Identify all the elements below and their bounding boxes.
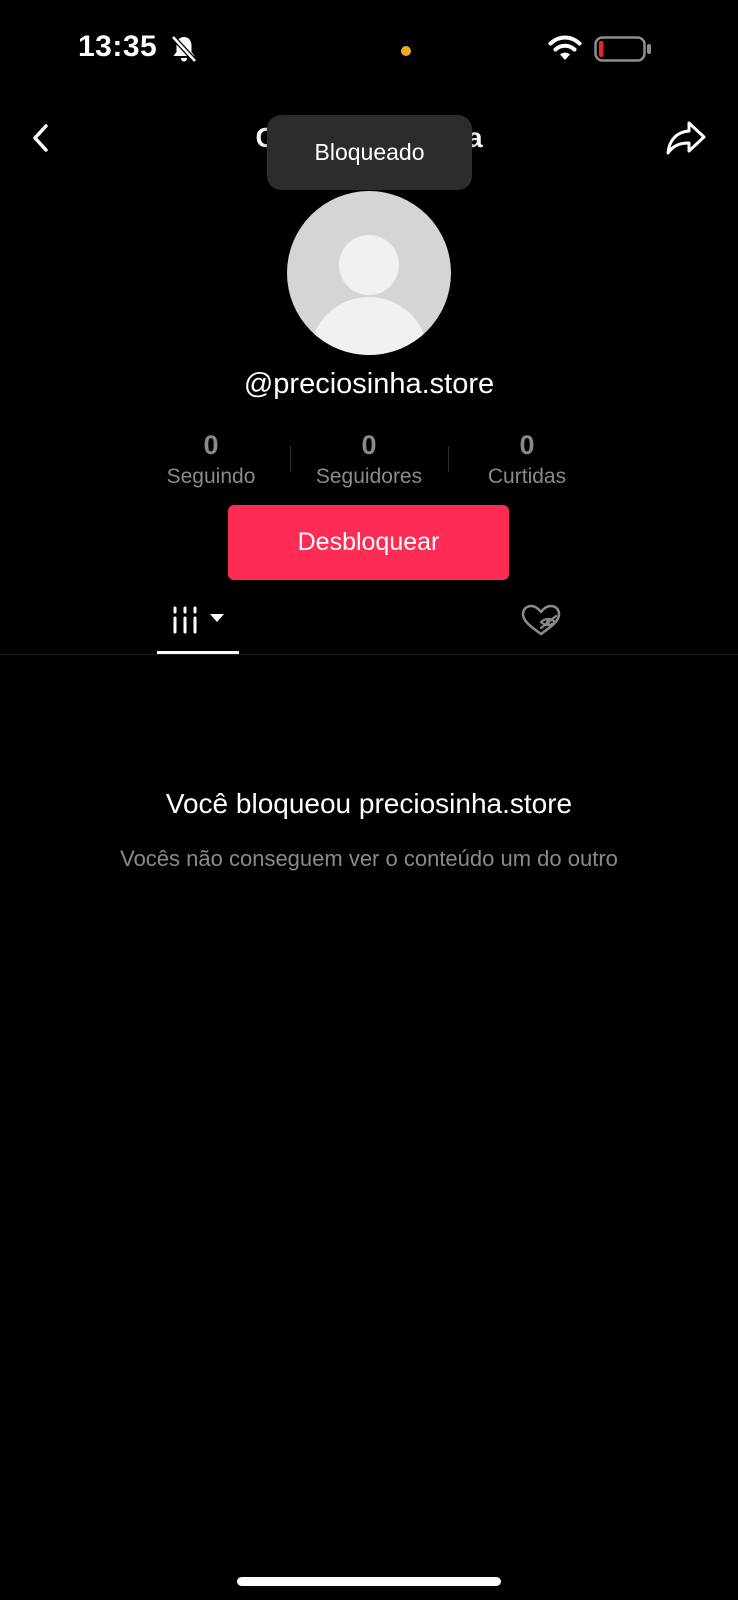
status-time: 13:35 bbox=[78, 30, 158, 63]
battery-low-icon bbox=[594, 36, 652, 62]
stat-label: Seguindo bbox=[166, 465, 256, 488]
tab-liked[interactable] bbox=[500, 596, 582, 654]
stat-label: Curtidas bbox=[487, 465, 567, 488]
stat-value: 0 bbox=[203, 430, 219, 460]
stat-label: Seguidores bbox=[315, 465, 423, 488]
blocked-message-subtitle: Vocês não conseguem ver o conteúdo um do… bbox=[120, 846, 618, 871]
blocked-toast: Bloqueado bbox=[267, 115, 472, 190]
blocked-message-title: Você bloqueou preciosinha.store bbox=[165, 788, 573, 819]
camera-indicator-dot bbox=[401, 46, 411, 56]
wifi-icon bbox=[548, 34, 582, 62]
stat-following[interactable]: 0 Seguindo bbox=[131, 428, 291, 492]
share-icon[interactable] bbox=[664, 118, 708, 158]
toast-text: Bloqueado bbox=[314, 139, 425, 165]
username: @preciosinha.store bbox=[243, 368, 495, 400]
avatar bbox=[287, 191, 451, 355]
default-avatar-icon bbox=[311, 235, 427, 355]
grid-filter-icon bbox=[173, 606, 224, 634]
stat-value: 0 bbox=[361, 430, 377, 460]
bell-slash-icon bbox=[170, 34, 198, 64]
stat-value: 0 bbox=[519, 430, 535, 460]
heart-hidden-icon bbox=[521, 604, 561, 636]
home-indicator[interactable] bbox=[237, 1577, 501, 1586]
stat-followers[interactable]: 0 Seguidores bbox=[289, 428, 449, 492]
stat-likes[interactable]: 0 Curtidas bbox=[447, 428, 607, 492]
unblock-button[interactable]: Desbloquear bbox=[228, 505, 509, 580]
tabs-divider bbox=[0, 654, 738, 655]
tab-videos[interactable] bbox=[157, 596, 239, 654]
